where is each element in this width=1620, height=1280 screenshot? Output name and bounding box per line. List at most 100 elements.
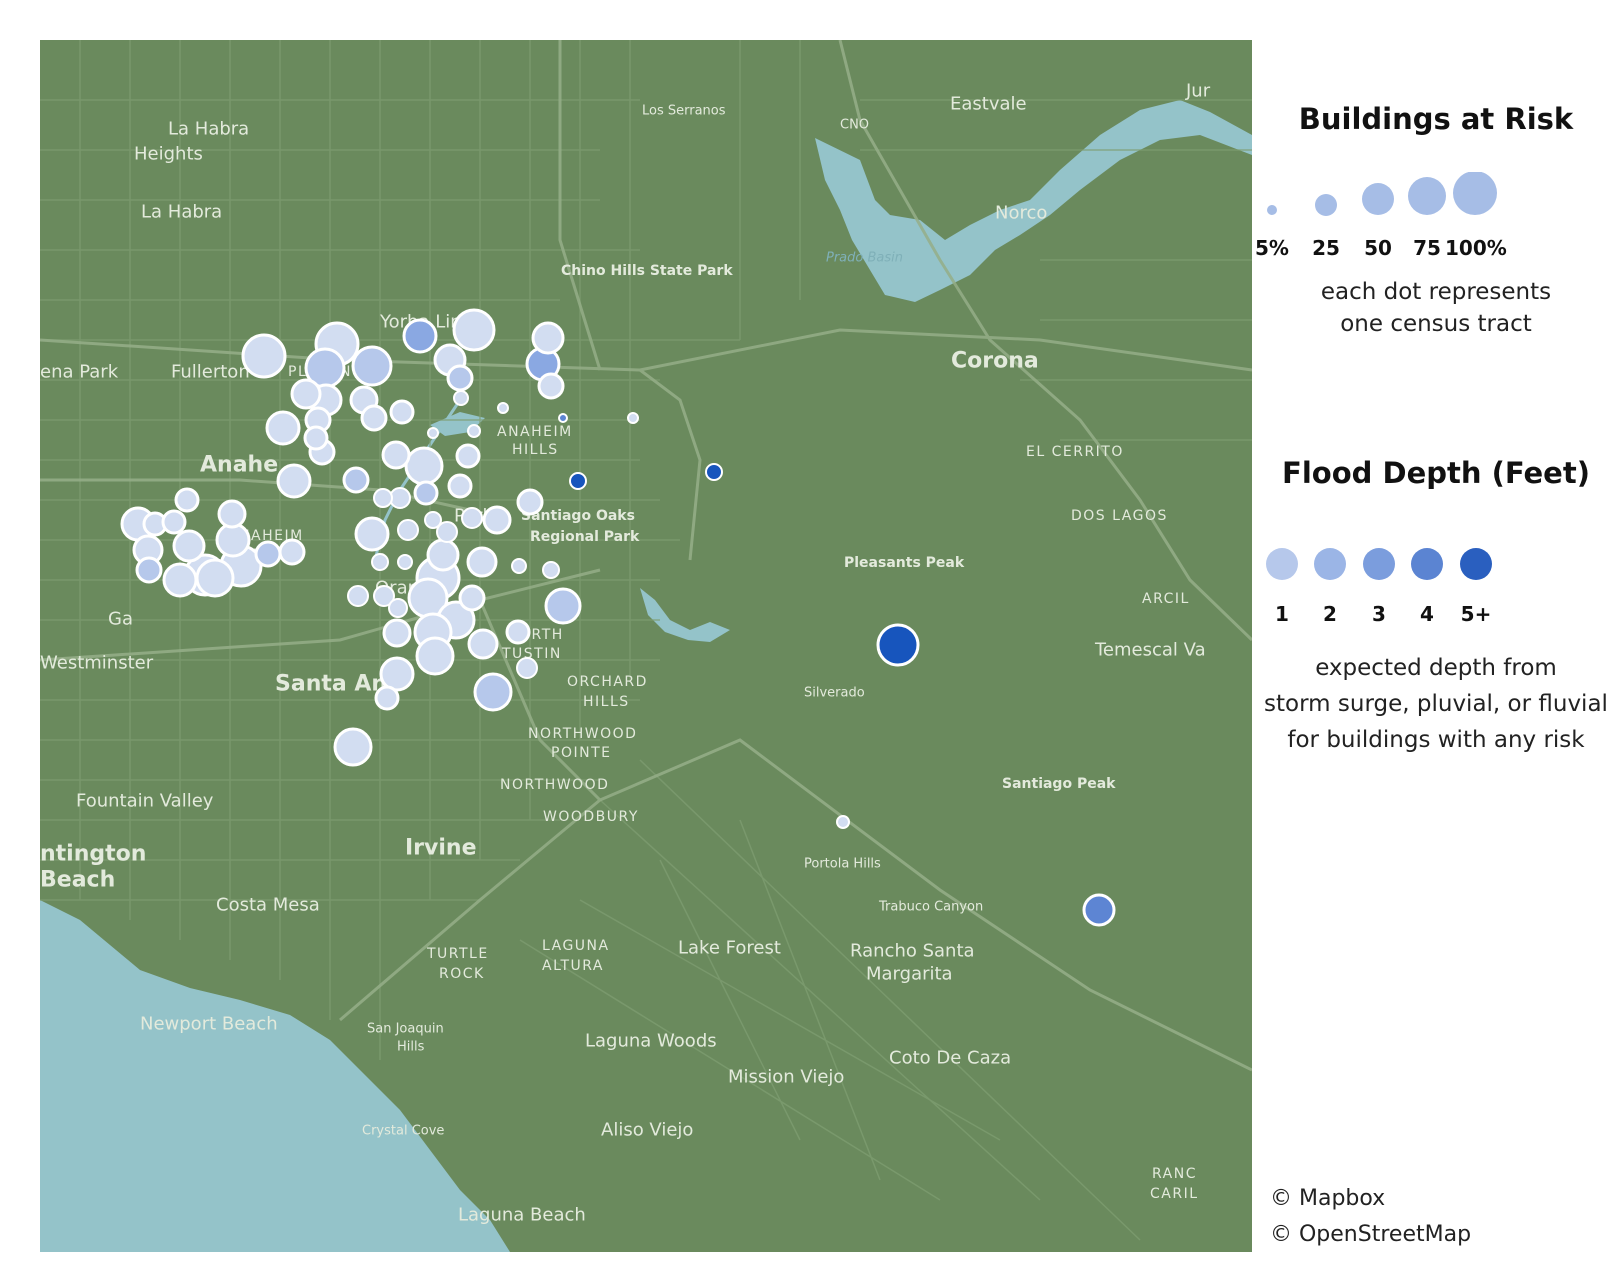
tract-marker[interactable] <box>458 584 486 612</box>
tract-marker[interactable] <box>342 466 370 494</box>
tract-marker[interactable] <box>876 623 920 667</box>
tract-marker[interactable] <box>388 598 408 618</box>
place-label: Newport Beach <box>140 1013 278 1034</box>
tract-marker[interactable] <box>276 463 312 499</box>
tract-marker[interactable] <box>397 554 413 570</box>
tract-marker[interactable] <box>482 505 512 535</box>
tract-marker[interactable] <box>413 480 439 506</box>
tract-marker[interactable] <box>374 685 400 711</box>
tract-marker[interactable] <box>569 472 587 490</box>
tract-marker[interactable] <box>215 522 251 558</box>
tract-marker[interactable] <box>511 558 527 574</box>
tract-marker[interactable] <box>381 440 411 470</box>
tract-marker[interactable] <box>265 410 301 446</box>
tract-marker[interactable] <box>427 427 439 439</box>
tract-marker[interactable] <box>360 404 388 432</box>
tract-marker[interactable] <box>516 488 544 516</box>
tract-marker[interactable] <box>402 318 438 354</box>
tract-marker[interactable] <box>382 618 412 648</box>
place-label: POINTE <box>551 745 611 761</box>
depth-legend-dots <box>1266 548 1492 580</box>
tract-marker[interactable] <box>455 443 481 469</box>
tract-marker[interactable] <box>1082 893 1116 927</box>
tract-marker[interactable] <box>447 473 473 499</box>
tract-marker[interactable] <box>379 656 415 692</box>
tract-marker[interactable] <box>172 529 206 563</box>
tract-marker[interactable] <box>404 446 444 486</box>
depth-dot-3 <box>1363 548 1395 580</box>
place-label: Chino Hills State Park <box>561 263 733 279</box>
tract-marker[interactable] <box>161 509 187 535</box>
place-label: ntington <box>40 842 146 867</box>
tract-marker[interactable] <box>466 546 498 578</box>
tract-marker[interactable] <box>467 628 499 660</box>
depth-tick: 5+ <box>1460 602 1492 626</box>
tract-marker[interactable] <box>424 511 442 529</box>
place-label: CARIL <box>1150 1186 1199 1202</box>
tract-marker[interactable] <box>389 399 415 425</box>
place-label: Heights <box>134 143 203 164</box>
size-dot-100 <box>1453 172 1497 215</box>
size-legend-note-1: each dot represents <box>1320 279 1552 305</box>
place-label: Pleasants Peak <box>844 555 965 571</box>
tract-marker[interactable] <box>537 372 565 400</box>
tract-marker[interactable] <box>415 636 455 676</box>
tract-marker[interactable] <box>217 499 247 529</box>
tract-marker[interactable] <box>195 558 235 598</box>
tract-marker[interactable] <box>705 463 723 481</box>
tract-marker[interactable] <box>558 413 568 423</box>
tract-marker[interactable] <box>497 402 509 414</box>
tract-marker[interactable] <box>531 321 565 355</box>
tract-marker[interactable] <box>453 390 469 406</box>
place-label: ALTURA <box>542 958 604 974</box>
size-legend-dots <box>1267 172 1497 216</box>
osm-credit[interactable]: © OpenStreetMap <box>1270 1222 1471 1247</box>
tract-marker[interactable] <box>351 345 393 387</box>
tract-marker[interactable] <box>333 727 373 767</box>
tract-marker[interactable] <box>467 424 481 438</box>
tract-marker[interactable] <box>373 488 393 508</box>
place-label: Beach <box>40 868 115 893</box>
place-label: Temescal Va <box>1094 639 1206 660</box>
tract-marker[interactable] <box>446 364 474 392</box>
tract-marker[interactable] <box>544 587 582 625</box>
place-label: San Joaquin <box>367 1022 444 1037</box>
mapbox-credit[interactable]: © Mapbox <box>1270 1186 1385 1211</box>
depth-legend-note-1: expected depth from <box>1315 655 1557 681</box>
tract-marker[interactable] <box>473 672 513 712</box>
tract-marker[interactable] <box>347 585 369 607</box>
tract-marker[interactable] <box>397 519 419 541</box>
size-legend-note-2: one census tract <box>1340 311 1532 337</box>
tract-marker[interactable] <box>278 538 306 566</box>
depth-dot-2 <box>1314 548 1346 580</box>
tract-marker[interactable] <box>452 308 496 352</box>
flood-risk-map[interactable]: La Habra Heights La Habra Los Serranos CNO Ea… <box>40 40 1252 1252</box>
tract-marker[interactable] <box>505 619 531 645</box>
place-label: ANAHEIM <box>497 424 573 440</box>
tract-marker[interactable] <box>461 507 483 529</box>
depth-legend-note-3: for buildings with any risk <box>1287 727 1585 753</box>
tract-marker[interactable] <box>354 516 390 552</box>
tract-marker[interactable] <box>836 815 850 829</box>
place-label: Westminster <box>40 652 154 673</box>
size-dot-5 <box>1267 205 1277 215</box>
place-label: Prado Basin <box>826 251 903 266</box>
place-label: Fountain Valley <box>76 790 214 811</box>
tract-marker[interactable] <box>627 412 639 424</box>
tract-marker[interactable] <box>371 553 389 571</box>
tract-marker[interactable] <box>542 561 560 579</box>
tract-marker[interactable] <box>254 540 282 568</box>
tract-marker[interactable] <box>290 378 322 410</box>
tract-marker[interactable] <box>303 425 329 451</box>
tract-marker[interactable] <box>162 562 198 598</box>
place-label: DOS LAGOS <box>1071 508 1168 524</box>
place-label: Fullerton <box>171 361 250 382</box>
place-label: Eastvale <box>950 93 1027 114</box>
tract-marker[interactable] <box>426 538 460 572</box>
tract-marker[interactable] <box>135 556 163 584</box>
tract-marker[interactable] <box>516 657 538 679</box>
place-label: Regional Park <box>530 529 640 545</box>
tract-marker[interactable] <box>241 333 287 379</box>
place-label: Irvine <box>405 836 477 861</box>
tract-marker[interactable] <box>174 487 200 513</box>
